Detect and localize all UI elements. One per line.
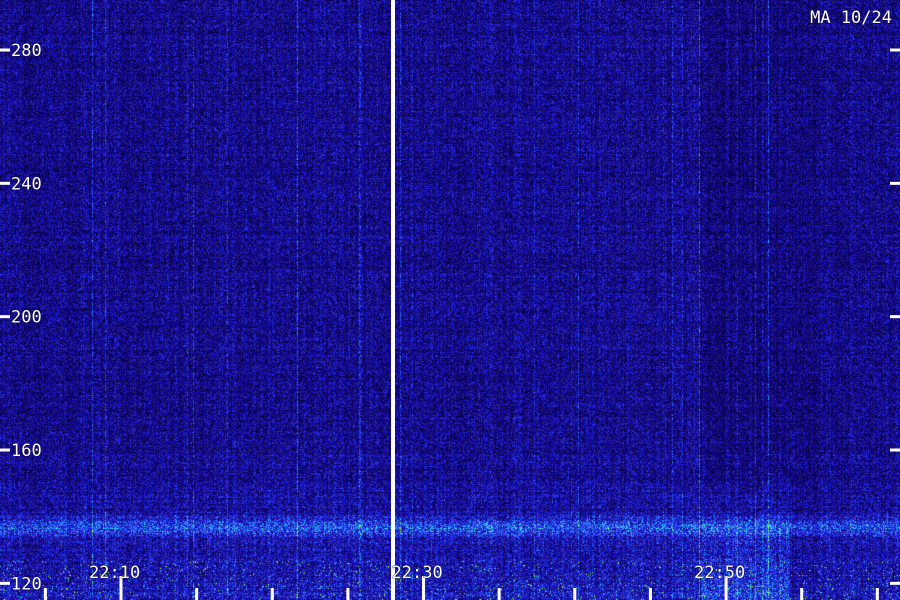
y-tick-label: 280 (11, 41, 42, 61)
y-tick-label: 160 (11, 441, 42, 461)
x-time-label: 22:50 (694, 563, 745, 583)
y-tick-label: 240 (11, 174, 42, 194)
y-tick-label: 120 (11, 574, 42, 594)
axes-overlay: 280 240 200 160 120 22:10 22:30 22:50 MA 10/24 (0, 0, 900, 600)
x-axis: 22:10 22:30 22:50 (43, 563, 879, 600)
station-date-label: MA 10/24 (810, 8, 892, 28)
x-time-label: 22:30 (392, 563, 443, 583)
x-time-label: 22:10 (89, 563, 140, 583)
y-axis: 280 240 200 160 120 (0, 41, 900, 595)
y-tick-label: 200 (11, 308, 42, 328)
